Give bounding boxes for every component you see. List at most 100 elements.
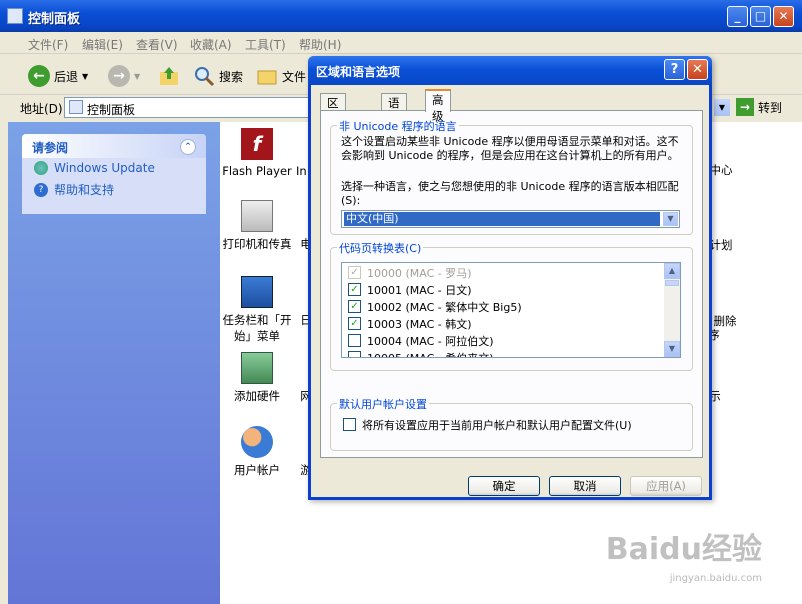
users-icon [241, 426, 273, 458]
task-pane: 请参阅 ⌃ Windows Update ? 帮助和支持 [8, 122, 220, 604]
menu-help[interactable]: 帮助(H) [299, 36, 341, 53]
see-also-panel: 请参阅 ⌃ Windows Update ? 帮助和支持 [22, 134, 206, 214]
codepage-list[interactable]: ✓ 10000 (MAC - 罗马) ✓ 10001 (MAC - 日文) ✓ 100… [341, 262, 681, 358]
default-user-group: 默认用户帐户设置 将所有设置应用于当前用户帐户和默认用户配置文件(U) [330, 396, 693, 451]
cancel-button[interactable]: 取消 [549, 476, 621, 496]
checkbox-icon[interactable]: ✓ [348, 317, 361, 330]
search-label: 搜索 [219, 69, 244, 84]
close-button[interactable]: ✕ [773, 6, 794, 27]
help-support-label: 帮助和支持 [54, 183, 115, 197]
non-unicode-description: 这个设置启动某些非 Unicode 程序以便用母语显示菜单和对话。这不会影响到 … [341, 135, 679, 162]
see-also-header[interactable]: 请参阅 ⌃ [22, 134, 206, 158]
list-item[interactable]: ✓ 10003 (MAC - 韩文) [348, 315, 472, 332]
apply-button[interactable]: 应用(A) [630, 476, 702, 496]
checkbox-icon[interactable]: ✓ [348, 266, 361, 279]
apply-all-users-label: 将所有设置应用于当前用户帐户和默认用户配置文件(U) [362, 418, 632, 432]
cp-users-label: 用户帐户 [234, 463, 280, 477]
cp-flash-player[interactable]: f Flash Player [222, 128, 292, 178]
dialog-title-bar[interactable]: 区域和语言选项 ? ✕ [308, 56, 712, 85]
codepage-group: 代码页转换表(C) ✓ 10000 (MAC - 罗马) ✓ 10001 (MAC … [330, 240, 693, 371]
list-item-label: 10000 (MAC - 罗马) [367, 266, 472, 280]
list-item-label: 10004 (MAC - 阿拉伯文) [367, 334, 494, 348]
taskbar-icon [241, 276, 273, 308]
list-item[interactable]: 10004 (MAC - 阿拉伯文) [348, 332, 494, 349]
globe-icon [34, 161, 48, 175]
help-icon: ? [34, 182, 48, 197]
address-dropdown-icon[interactable]: ▼ [714, 99, 730, 116]
language-dropdown-icon[interactable]: ▼ [663, 212, 678, 226]
cp-printers-label: 打印机和传真 [222, 237, 292, 251]
checkbox-icon[interactable] [348, 334, 361, 347]
title-bar[interactable]: 控制面板 _ □ ✕ [0, 0, 802, 32]
tab-advanced[interactable]: 高级 [425, 89, 451, 123]
language-selected-value: 中文(中国) [344, 212, 660, 226]
window-title: 控制面板 [28, 12, 81, 27]
printer-icon [241, 200, 273, 232]
list-item[interactable]: 10005 (MAC - 希伯来文) [348, 349, 494, 358]
collapse-icon[interactable]: ⌃ [180, 139, 196, 155]
scroll-up-icon[interactable]: ▲ [664, 263, 680, 279]
tab-languages[interactable]: 语言 [381, 93, 407, 126]
explorer-window: 控制面板 _ □ ✕ 文件(F) 编辑(E) 查看(V) 收藏(A) 工具(T)… [0, 0, 802, 604]
advanced-panel: 非 Unicode 程序的语言 这个设置启动某些非 Unicode 程序以便用母… [320, 110, 703, 458]
go-button[interactable]: → 转到 [736, 98, 782, 116]
scroll-thumb[interactable] [665, 280, 679, 286]
checkbox-icon[interactable]: ✓ [348, 300, 361, 313]
folders-button[interactable]: 文件 [256, 63, 306, 89]
list-item-label: 10002 (MAC - 繁体中文 Big5) [367, 300, 522, 314]
tab-regional-options[interactable]: 区域选项 [320, 93, 346, 158]
back-label: 后退 [54, 69, 79, 84]
cp-user-accounts[interactable]: 用户帐户 [222, 426, 292, 478]
windows-update-label: Windows Update [54, 161, 155, 175]
back-button[interactable]: ← 后退 ▼ [28, 63, 88, 89]
watermark-url: jingyan.baidu.com [669, 573, 762, 584]
forward-arrow-icon: → [108, 65, 130, 87]
list-item[interactable]: ✓ 10001 (MAC - 日文) [348, 281, 472, 298]
folders-label: 文件 [282, 69, 307, 84]
menu-tools[interactable]: 工具(T) [245, 36, 286, 53]
up-button[interactable] [158, 63, 180, 89]
list-item-label: 10005 (MAC - 希伯来文) [367, 351, 494, 358]
list-item[interactable]: ✓ 10000 (MAC - 罗马) [348, 264, 472, 281]
cp-taskbar[interactable]: 任务栏和「开始」菜单 [222, 276, 292, 344]
dialog-close-button[interactable]: ✕ [687, 59, 708, 80]
menu-file[interactable]: 文件(F) [28, 36, 68, 53]
forward-dropdown-icon[interactable]: ▼ [134, 72, 140, 81]
ok-button[interactable]: 确定 [468, 476, 540, 496]
apply-all-users-checkbox[interactable]: 将所有设置应用于当前用户帐户和默认用户配置文件(U) [343, 416, 632, 433]
cp-add-hardware[interactable]: 添加硬件 [222, 352, 292, 404]
cp-partial-in-label: In [296, 164, 307, 178]
regional-options-dialog: 区域和语言选项 ? ✕ 区域选项 语言 高级 非 Unicode 程序的语言 这… [308, 56, 712, 500]
back-dropdown-icon[interactable]: ▼ [82, 72, 88, 81]
language-select[interactable]: 中文(中国) ▼ [341, 210, 680, 228]
control-panel-small-icon [69, 100, 83, 114]
minimize-button[interactable]: _ [727, 6, 748, 27]
cp-right-2-label: 计划 [709, 238, 733, 252]
search-button[interactable]: 搜索 [193, 63, 243, 89]
help-support-link[interactable]: ? 帮助和支持 [22, 178, 206, 201]
list-item[interactable]: ✓ 10002 (MAC - 繁体中文 Big5) [348, 298, 522, 315]
checkbox-icon[interactable]: ✓ [348, 283, 361, 296]
checkbox-icon[interactable] [343, 418, 356, 431]
codepage-group-label: 代码页转换表(C) [337, 240, 424, 256]
hardware-icon [241, 352, 273, 384]
cp-flash-label: Flash Player [222, 164, 292, 178]
dialog-help-button[interactable]: ? [664, 59, 685, 80]
baidu-watermark: Baidu经验 [605, 532, 762, 567]
list-item-label: 10001 (MAC - 日文) [367, 283, 472, 297]
cp-hardware-label: 添加硬件 [234, 389, 280, 403]
windows-update-link[interactable]: Windows Update [22, 158, 206, 178]
menu-favorites[interactable]: 收藏(A) [190, 36, 232, 53]
go-arrow-icon: → [736, 98, 754, 116]
menu-view[interactable]: 查看(V) [136, 36, 178, 53]
scroll-down-icon[interactable]: ▼ [664, 341, 680, 357]
control-panel-icon [7, 8, 23, 24]
maximize-button[interactable]: □ [750, 6, 771, 27]
codepage-scrollbar[interactable]: ▲ ▼ [664, 263, 680, 357]
folder-up-icon [160, 67, 178, 85]
forward-button[interactable]: → ▼ [108, 63, 140, 89]
flash-icon: f [241, 128, 273, 160]
checkbox-icon[interactable] [348, 351, 361, 357]
menu-edit[interactable]: 编辑(E) [82, 36, 123, 53]
cp-printers[interactable]: 打印机和传真 [222, 200, 292, 252]
